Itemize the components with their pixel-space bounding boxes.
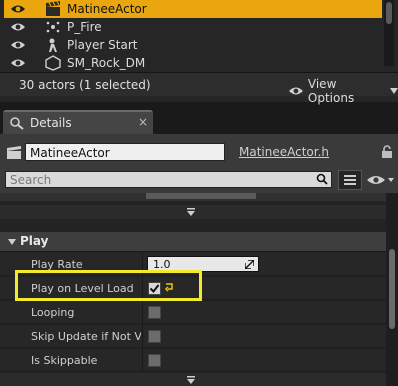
close-tab-icon[interactable]: ×	[138, 115, 148, 129]
actor-name: SM_Rock_DM	[67, 56, 146, 70]
property-matrix-button[interactable]	[338, 170, 362, 190]
outliner-scrollbar[interactable]	[384, 0, 394, 66]
search-icon[interactable]	[316, 173, 328, 185]
visibility-eye-icon[interactable]	[10, 39, 26, 51]
visibility-eye-icon[interactable]	[10, 57, 26, 69]
play-category-header[interactable]: Play	[0, 232, 386, 252]
property-label: Play Rate	[31, 258, 83, 271]
play-on-level-load-checkbox[interactable]	[148, 282, 161, 295]
lock-icon[interactable]	[380, 145, 394, 159]
matinee-clapper-icon	[7, 146, 21, 159]
column-divider[interactable]	[142, 325, 143, 348]
object-name-input[interactable]: MatineeActor	[25, 143, 225, 161]
reset-to-default-icon[interactable]	[164, 282, 174, 292]
particle-system-icon	[46, 21, 60, 33]
class-source-link[interactable]: MatineeActor.h	[239, 145, 329, 159]
column-divider[interactable]	[142, 349, 143, 372]
details-panel: MatineeActor MatineeActor.h Search Play …	[0, 134, 398, 386]
tab-strip: Details ×	[0, 110, 398, 134]
property-label: Play on Level Load	[31, 282, 134, 295]
expand-down-icon	[187, 376, 195, 384]
advanced-expander[interactable]	[0, 205, 386, 219]
column-divider[interactable]	[142, 277, 143, 300]
actor-row-sm-rock-dm[interactable]: SM_Rock_DM	[4, 54, 382, 72]
matinee-clapper-icon	[46, 1, 60, 16]
looping-checkbox[interactable]	[148, 306, 161, 319]
property-row-play-on-level-load: Play on Level Load	[0, 277, 386, 300]
property-row-skip-update: Skip Update if Not Visible	[0, 325, 386, 348]
tab-label: Details	[30, 116, 72, 130]
actor-list: MatineeActor P_Fire Player Start SM_Rock…	[4, 0, 382, 72]
clipped-property-row	[0, 193, 386, 201]
outliner-status-bar: 30 actors (1 selected) View Options	[0, 72, 398, 105]
world-outliner: MatineeActor P_Fire Player Start SM_Rock…	[0, 0, 398, 105]
expand-down-icon	[187, 208, 195, 216]
object-name-row: MatineeActor MatineeActor.h	[0, 142, 398, 164]
checkmark-icon	[149, 284, 160, 294]
property-label: Looping	[31, 306, 75, 319]
search-row: Search	[0, 170, 398, 190]
actor-name: P_Fire	[67, 20, 102, 34]
property-label: Skip Update if Not Visible	[31, 330, 141, 343]
magnifier-details-icon	[10, 117, 24, 130]
static-mesh-icon	[45, 55, 61, 71]
advanced-expander[interactable]	[0, 373, 386, 386]
tab-details[interactable]: Details ×	[3, 110, 153, 134]
search-input[interactable]: Search	[5, 171, 332, 188]
actor-name: Player Start	[67, 38, 138, 52]
category-title: Play	[20, 234, 49, 248]
grid-icon	[344, 175, 356, 185]
scrollbar-thumb[interactable]	[386, 2, 392, 24]
properties-list: Play Play Rate 1.0 Play on Level Load Lo…	[0, 193, 386, 386]
collapse-caret-icon	[8, 239, 16, 245]
chevron-down-icon	[390, 88, 398, 94]
property-row-play-rate: Play Rate 1.0	[0, 253, 386, 276]
property-label: Is Skippable	[31, 354, 98, 367]
skip-update-checkbox[interactable]	[148, 330, 161, 343]
column-divider[interactable]	[142, 253, 143, 276]
view-options-button[interactable]: View Options	[288, 77, 398, 105]
view-options-label: View Options	[307, 77, 355, 105]
column-divider[interactable]	[142, 301, 143, 324]
actor-row-p-fire[interactable]: P_Fire	[4, 18, 382, 36]
clipped-property-value	[146, 193, 256, 199]
drag-handle-icon[interactable]	[245, 260, 254, 269]
play-rate-input[interactable]: 1.0	[147, 256, 259, 272]
actor-row-player-start[interactable]: Player Start	[4, 36, 382, 54]
details-scrollbar[interactable]	[386, 193, 398, 386]
actor-row-matineeactor[interactable]: MatineeActor	[4, 0, 382, 18]
property-row-is-skippable: Is Skippable	[0, 349, 386, 372]
eye-icon	[288, 87, 303, 95]
actor-count-label: 30 actors (1 selected)	[19, 78, 151, 92]
visibility-filter-icon[interactable]	[366, 173, 396, 187]
scrollbar-thumb[interactable]	[389, 249, 395, 329]
is-skippable-checkbox[interactable]	[148, 354, 161, 367]
player-start-icon	[49, 38, 57, 52]
actor-name: MatineeActor	[67, 2, 147, 16]
visibility-eye-icon[interactable]	[10, 3, 26, 15]
property-row-looping: Looping	[0, 301, 386, 324]
visibility-eye-icon[interactable]	[10, 21, 26, 33]
